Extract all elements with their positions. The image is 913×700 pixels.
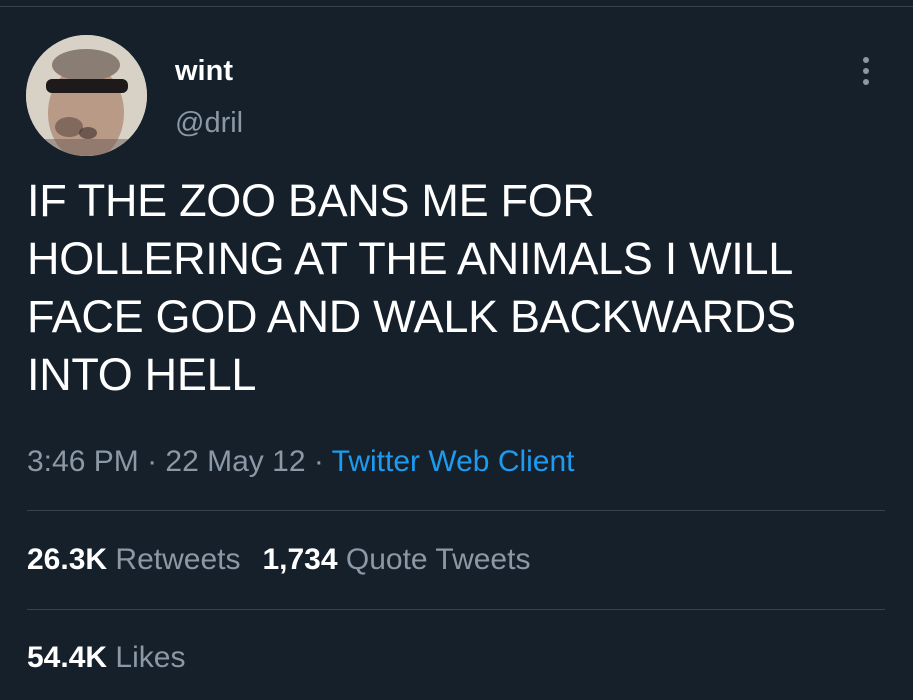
likes-count: 54.4K xyxy=(27,641,108,674)
tweet-text: IF THE ZOO BANS ME FOR HOLLERING AT THE … xyxy=(27,172,897,404)
likes-row: 54.4K Likes xyxy=(27,641,185,675)
top-divider xyxy=(0,6,913,7)
dot xyxy=(863,57,869,63)
display-name[interactable]: wint xyxy=(175,55,233,87)
tweet-date[interactable]: 22 May 12 xyxy=(165,445,305,478)
tweet-meta: 3:46 PM · 22 May 12 · Twitter Web Client xyxy=(27,445,575,479)
avatar-photo xyxy=(26,35,147,156)
user-handle[interactable]: @dril xyxy=(175,107,243,139)
avatar[interactable] xyxy=(26,35,147,156)
meta-separator: · xyxy=(147,445,158,478)
likes-label: Likes xyxy=(115,641,186,674)
retweets-count: 26.3K xyxy=(27,543,108,576)
tweet-text-line: IF THE ZOO BANS ME FOR xyxy=(27,175,595,226)
retweets-stat[interactable]: 26.3K Retweets xyxy=(27,543,240,576)
meta-separator: · xyxy=(313,445,324,478)
engagement-stats: 26.3K Retweets 1,734 Quote Tweets xyxy=(27,543,530,577)
quote-tweets-stat[interactable]: 1,734 Quote Tweets xyxy=(262,543,530,576)
divider xyxy=(27,510,885,511)
tweet-text-line: INTO HELL xyxy=(27,349,257,400)
tweet-text-line: HOLLERING AT THE ANIMALS I WILL xyxy=(27,233,793,284)
dot xyxy=(863,79,869,85)
quote-tweets-label: Quote Tweets xyxy=(345,543,531,576)
retweets-label: Retweets xyxy=(115,543,241,576)
tweet-text-line: FACE GOD AND WALK BACKWARDS xyxy=(27,291,796,342)
divider xyxy=(27,609,885,610)
likes-stat[interactable]: 54.4K Likes xyxy=(27,641,185,674)
client-link[interactable]: Twitter Web Client xyxy=(332,445,575,478)
quote-tweets-count: 1,734 xyxy=(262,543,338,576)
dot xyxy=(863,68,869,74)
tweet-time[interactable]: 3:46 PM xyxy=(27,445,139,478)
more-dots-icon[interactable] xyxy=(852,55,880,87)
